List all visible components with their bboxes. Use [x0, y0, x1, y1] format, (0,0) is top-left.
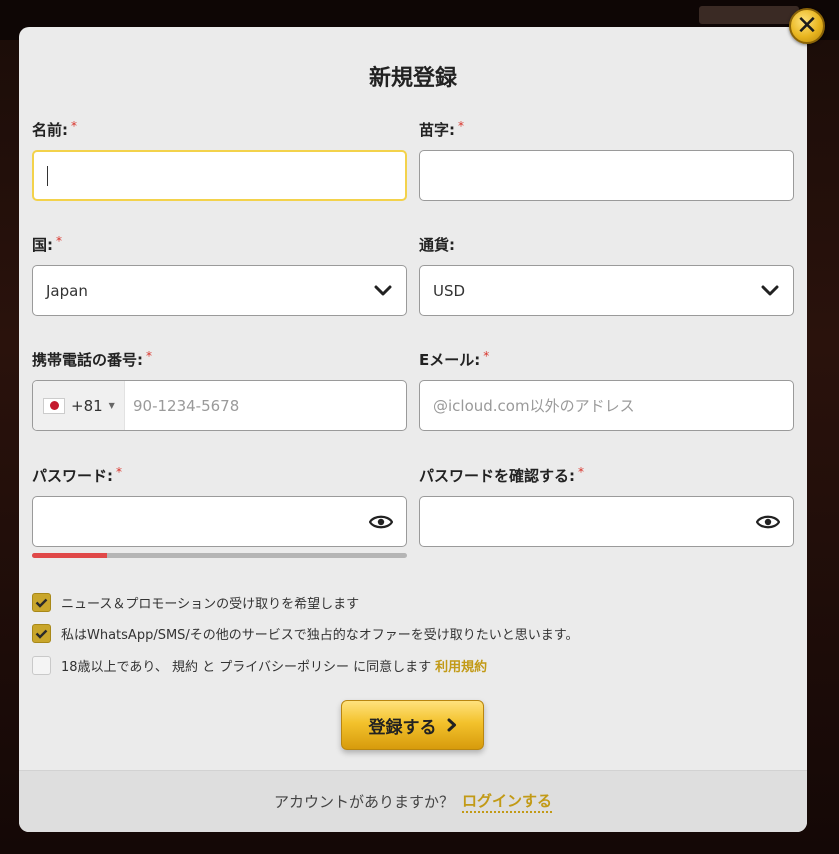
- newsletter-checkbox-row[interactable]: ニュース＆プロモーションの受け取りを希望します: [32, 593, 359, 612]
- chevron-down-icon: [373, 281, 393, 301]
- register-button[interactable]: 登録する: [341, 700, 484, 750]
- checkbox-unchecked[interactable]: [32, 656, 51, 675]
- country-value: Japan: [46, 281, 88, 300]
- last-name-input[interactable]: [419, 150, 794, 201]
- terms-text: 18歳以上であり、 規約 と プライバシーポリシー に同意します: [61, 660, 432, 675]
- phone-placeholder: 90-1234-5678: [133, 396, 240, 415]
- required-mark: *: [56, 234, 62, 248]
- required-mark: *: [146, 349, 152, 363]
- japan-flag-icon: [43, 397, 65, 414]
- footer-text: アカウントがありますか？: [273, 793, 454, 811]
- caret-down-icon: ▼: [108, 401, 115, 410]
- first-name-label: 名前: *: [32, 119, 77, 139]
- close-button[interactable]: ✕: [789, 8, 825, 44]
- login-link[interactable]: ログインする: [462, 790, 553, 813]
- country-label: 国: *: [32, 234, 62, 254]
- chevron-right-icon: [447, 718, 456, 732]
- phone-input[interactable]: +81 ▼ 90-1234-5678: [32, 380, 407, 431]
- text-caret: [47, 165, 48, 186]
- password-input[interactable]: [32, 496, 407, 547]
- required-mark: *: [116, 465, 122, 479]
- backdrop-element: [699, 6, 799, 24]
- terms-link[interactable]: 利用規約: [435, 656, 487, 675]
- password-confirm-input[interactable]: [419, 496, 794, 547]
- currency-select[interactable]: USD: [419, 265, 794, 316]
- password-label: パスワード: *: [32, 465, 122, 485]
- register-label: 登録する: [368, 717, 437, 738]
- newsletter-text: ニュース＆プロモーションの受け取りを希望します: [61, 597, 360, 612]
- email-input[interactable]: @icloud.com以外のアドレス: [419, 380, 794, 431]
- email-placeholder: @icloud.com以外のアドレス: [433, 397, 635, 415]
- strength-fill: [32, 553, 107, 558]
- modal-title: 新規登録: [368, 66, 457, 91]
- email-label: Eメール: *: [419, 349, 490, 369]
- first-name-input[interactable]: [32, 150, 407, 201]
- required-mark: *: [483, 349, 490, 363]
- eye-icon[interactable]: [368, 514, 394, 530]
- country-code-selector[interactable]: +81 ▼: [33, 381, 125, 430]
- dial-code: +81: [71, 396, 103, 415]
- checkbox-checked[interactable]: [32, 593, 51, 612]
- required-mark: *: [458, 119, 464, 133]
- required-mark: *: [71, 119, 77, 133]
- password-confirm-label: パスワードを確認する: *: [419, 465, 584, 485]
- check-icon: [35, 629, 48, 639]
- last-name-label: 苗字: *: [419, 119, 464, 139]
- currency-label: 通貨:: [419, 236, 455, 254]
- required-mark: *: [578, 465, 584, 479]
- currency-value: USD: [433, 281, 466, 300]
- country-select[interactable]: Japan: [32, 265, 407, 316]
- password-strength-meter: [32, 553, 407, 558]
- phone-label: 携帯電話の番号: *: [32, 349, 152, 369]
- offers-checkbox-row[interactable]: 私はWhatsApp/SMS/その他のサービスで独占的なオファーを受け取りたいと…: [32, 624, 579, 643]
- terms-checkbox-row[interactable]: 18歳以上であり、 規約 と プライバシーポリシー に同意します 利用規約: [32, 656, 487, 675]
- close-icon: ✕: [796, 11, 818, 41]
- registration-modal: 新規登録 名前: * 苗字: * 国: * Japan 通貨: USD 携帯電話の番号…: [19, 27, 807, 832]
- modal-footer: アカウントがありますか？ ログインする: [19, 770, 807, 832]
- check-icon: [35, 598, 48, 608]
- checkbox-checked[interactable]: [32, 624, 51, 643]
- chevron-down-icon: [760, 281, 780, 301]
- eye-icon[interactable]: [755, 514, 781, 530]
- offers-text: 私はWhatsApp/SMS/その他のサービスで独占的なオファーを受け取りたいと…: [61, 628, 579, 643]
